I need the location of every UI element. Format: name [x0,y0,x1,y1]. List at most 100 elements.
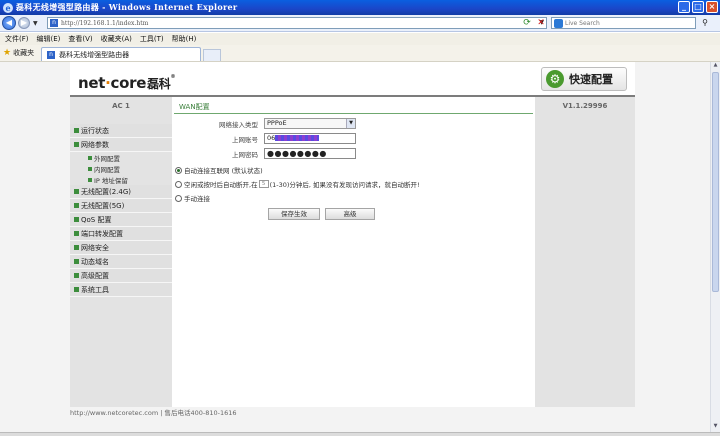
menu-tools[interactable]: 工具(T) [140,34,164,44]
sidebar-item-status[interactable]: 运行状态 [70,124,172,138]
bullet-icon [74,128,79,133]
radio-manual-label: 手动连接 [184,195,210,203]
sidebar-item-wireless-24g[interactable]: 无线配置(2.4G) [70,185,172,199]
back-icon[interactable]: ◀ [2,16,16,30]
connection-type-value: PPPoE [267,119,287,127]
logo-reg: ® [170,74,176,80]
netcore-logo: net·core磊科® [78,74,176,92]
minimize-button[interactable]: _ [678,1,690,13]
account-row: 上网账号 06 [172,132,535,145]
sidebar-subitem-lan[interactable]: 内网配置 [70,163,172,174]
connection-type-row: 网络接入类型 PPPoE ▼ [172,117,535,130]
save-button[interactable]: 保存生效 [268,208,320,220]
sidebar-item-label: 系统工具 [81,285,109,294]
sidebar-subitem-ip-reserve[interactable]: IP 地址保留 [70,174,172,185]
radio-manual[interactable] [175,194,182,202]
advanced-button[interactable]: 高级 [325,208,375,220]
status-bar [0,432,720,436]
bullet-icon [74,287,79,292]
forward-icon[interactable]: ▶ [18,17,30,29]
chevron-down-icon: ▼ [346,119,355,128]
bullet-icon [88,155,92,160]
favorites-label[interactable]: 收藏夹 [13,48,34,58]
sidebar-item-port-forward[interactable]: 端口转发配置 [70,227,172,241]
radio-idle-row[interactable]: 空闲或按时后自动断开,在 5 (1-30)分钟后, 如果没有发现访问请求，就自动… [175,178,420,190]
favorites-star-icon[interactable]: ★ [3,48,11,58]
sidebar-item-wireless-5g[interactable]: 无线配置(5G) [70,199,172,213]
bullet-icon [74,217,79,222]
window-titlebar: e 磊科无线增强型路由器 - Windows Internet Explorer… [0,0,720,15]
sidebar-item-label: 网络安全 [81,243,109,252]
menu-favorites[interactable]: 收藏夹(A) [101,34,132,44]
radio-idle-label-post: (1-30)分钟后, 如果没有发现访问请求，就自动断开! [269,181,420,189]
right-panel: V1.1.29996 [535,97,635,407]
vertical-scrollbar[interactable]: ▲ ▼ [710,62,720,432]
idle-minutes-input[interactable]: 5 [258,180,269,188]
sidebar-item-label: 无线配置(5G) [81,201,125,210]
radio-idle[interactable] [175,180,182,188]
sidebar-item-label: 动态域名 [81,257,109,266]
site-favicon-icon: n [50,19,58,27]
section-title: WAN配置 [174,100,533,114]
refresh-icon[interactable]: ⟳ [522,18,532,28]
scroll-thumb[interactable] [712,72,719,292]
ie-icon: e [3,2,13,13]
sidebar-item-qos[interactable]: QoS 配置 [70,213,172,227]
address-bar: ◀ ▶ ▼ n http://192.168.1.1/index.htm ▼ ⟳… [0,15,720,32]
sidebar-item-advanced[interactable]: 高级配置 [70,269,172,283]
logo-net: net [78,74,106,92]
radio-auto-label: 自动连接互联网 (默认状态) [184,167,263,175]
new-tab-button[interactable] [203,48,222,61]
account-input[interactable]: 06 [264,133,356,144]
maximize-button[interactable]: □ [692,1,704,13]
gear-icon: ⚙ [546,70,564,88]
close-button[interactable]: × [706,1,718,13]
connection-type-select[interactable]: PPPoE ▼ [264,118,356,129]
radio-manual-row[interactable]: 手动连接 [175,192,210,204]
bullet-icon [74,142,79,147]
search-box[interactable] [551,17,696,29]
sidebar-subitem-label: IP 地址保留 [94,176,128,185]
bullet-icon [74,231,79,236]
sidebar-item-ddns[interactable]: 动态域名 [70,255,172,269]
menu-view[interactable]: 查看(V) [68,34,92,44]
radio-auto[interactable] [175,166,182,174]
menu-help[interactable]: 帮助(H) [172,34,197,44]
page-viewport: net·core磊科® ⚙ 快速配置 AC 1 运行状态 网络参数 外网配置 内… [0,62,710,432]
sidebar-item-label: 端口转发配置 [81,229,123,238]
search-icon[interactable]: ⚲ [698,17,712,29]
sidebar: AC 1 运行状态 网络参数 外网配置 内网配置 IP 地址保留 无线配置(2.… [70,97,172,407]
radio-auto-row[interactable]: 自动连接互联网 (默认状态) [175,164,263,176]
account-label: 上网账号 [232,135,258,144]
model-name: AC 1 [112,102,130,110]
favorites-bar: ★ 收藏夹 n 磊科无线增强型路由器 [0,45,720,62]
menu-file[interactable]: 文件(F) [5,34,29,44]
live-search-icon [554,18,563,28]
scroll-up-icon[interactable]: ▲ [711,62,720,71]
bullet-icon [74,273,79,278]
sidebar-subitem-label: 外网配置 [94,154,120,163]
sidebar-item-system-tools[interactable]: 系统工具 [70,283,172,297]
quick-setup-label: 快速配置 [569,73,613,86]
sidebar-item-label: 高级配置 [81,271,109,280]
menu-edit[interactable]: 编辑(E) [37,34,61,44]
sidebar-item-network[interactable]: 网络参数 [70,138,172,152]
stop-icon[interactable]: ✕ [536,18,546,28]
bullet-icon [74,245,79,250]
sidebar-subitem-label: 内网配置 [94,165,120,174]
url-field[interactable]: n http://192.168.1.1/index.htm ▼ [47,17,547,29]
sidebar-item-security[interactable]: 网络安全 [70,241,172,255]
search-input[interactable] [565,19,685,27]
scroll-down-icon[interactable]: ▼ [711,423,720,432]
password-input[interactable]: ●●●●●●●● [264,148,356,159]
sidebar-item-label: QoS 配置 [81,215,112,224]
bullet-icon [74,259,79,264]
browser-tab[interactable]: n 磊科无线增强型路由器 [41,47,202,61]
history-dropdown-icon[interactable]: ▼ [33,20,38,27]
sidebar-item-label: 无线配置(2.4G) [81,187,132,196]
bullet-icon [88,166,92,171]
sidebar-subitem-wan[interactable]: 外网配置 [70,152,172,163]
firmware-version: V1.1.29996 [562,102,608,110]
connection-type-label: 网络接入类型 [219,120,258,129]
quick-setup-button[interactable]: ⚙ 快速配置 [541,67,627,91]
